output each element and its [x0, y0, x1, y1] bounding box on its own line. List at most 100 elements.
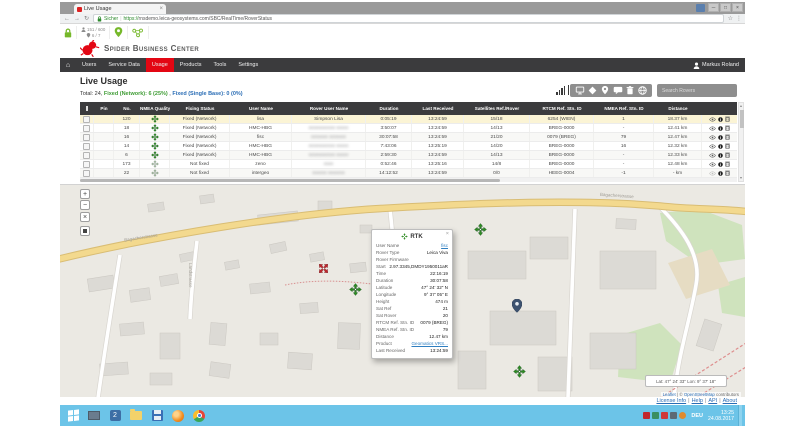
nav-item[interactable]: Products: [174, 58, 208, 72]
delete-icon[interactable]: [725, 116, 730, 122]
green-cross-marker[interactable]: [513, 365, 526, 383]
delete-icon[interactable]: [725, 170, 730, 176]
col-last-received[interactable]: Last Received: [412, 106, 464, 111]
profile-icon[interactable]: [696, 4, 705, 12]
col-rover-user-name[interactable]: Rover User Name: [292, 106, 366, 111]
col-satellites[interactable]: Satellites Ref./Rover: [464, 106, 530, 111]
table-row[interactable]: 14: [80, 142, 737, 151]
zoom-in-button[interactable]: +: [80, 189, 90, 199]
fixed-single-base-count[interactable]: Fixed (Single Base): 0 (0%): [172, 91, 242, 97]
fixed-network-count[interactable]: Fixed (Network): 6 (25%): [104, 91, 168, 97]
row-checkbox[interactable]: [83, 125, 90, 132]
save-icon[interactable]: [149, 408, 165, 424]
delete-icon[interactable]: [725, 152, 730, 158]
row-checkbox[interactable]: [83, 152, 90, 159]
forward-icon[interactable]: →: [74, 15, 80, 23]
col-rtcm-ref[interactable]: RTCM Ref. Stn. ID: [530, 106, 594, 111]
nav-item[interactable]: Users: [76, 58, 102, 72]
table-row[interactable]: 6 F: [80, 151, 737, 160]
eye-icon[interactable]: [709, 153, 716, 158]
maximize-button[interactable]: □: [720, 3, 731, 12]
map-pin-icon[interactable]: [601, 86, 609, 95]
eye-icon[interactable]: [709, 126, 716, 131]
table-horizontal-scrollbar[interactable]: [80, 178, 737, 182]
star-icon[interactable]: ☆: [728, 15, 733, 23]
tray-grid-icon[interactable]: [643, 412, 650, 419]
col-fixing-status[interactable]: Fixing Status: [170, 106, 230, 111]
nav-item[interactable]: Settings: [232, 58, 264, 72]
nav-item[interactable]: Service Data: [102, 58, 146, 72]
footer-link[interactable]: Help: [686, 398, 703, 404]
col-pin[interactable]: Pin: [94, 106, 114, 111]
layers-button[interactable]: [80, 226, 90, 236]
close-map-button[interactable]: ×: [80, 212, 90, 222]
col-no[interactable]: No.: [114, 106, 140, 111]
home-icon[interactable]: ⌂: [60, 58, 76, 72]
delete-icon[interactable]: [725, 134, 730, 140]
info-icon[interactable]: [718, 144, 723, 149]
info-icon[interactable]: [718, 117, 723, 122]
col-nmea-quality[interactable]: NMEA Quality: [140, 106, 170, 111]
browser-tab[interactable]: Live Usage ×: [74, 4, 166, 14]
menu-icon[interactable]: ⋮: [736, 15, 742, 23]
delete-icon[interactable]: [725, 143, 730, 149]
folder-icon[interactable]: [128, 408, 144, 424]
row-checkbox[interactable]: [83, 170, 90, 177]
chrome-icon[interactable]: [191, 408, 207, 424]
close-button[interactable]: ×: [732, 3, 743, 12]
table-row[interactable]: 16: [80, 133, 737, 142]
table-row[interactable]: 22: [80, 169, 737, 178]
info-icon[interactable]: [718, 153, 723, 158]
col-duration[interactable]: Duration: [366, 106, 412, 111]
eye-icon[interactable]: [709, 135, 716, 140]
eye-icon[interactable]: [709, 171, 716, 176]
green-cross-marker[interactable]: [349, 283, 362, 301]
eye-icon[interactable]: [709, 162, 716, 167]
nav-item[interactable]: Usage: [146, 58, 174, 72]
row-checkbox[interactable]: [83, 161, 90, 168]
blue-pin-marker[interactable]: [512, 299, 522, 318]
info-icon[interactable]: [718, 126, 723, 131]
address-bar[interactable]: Sicher | https:// rnsdemo.leica-geosyste…: [93, 14, 724, 23]
monitor-icon[interactable]: [575, 86, 585, 95]
footer-link[interactable]: License Info: [656, 398, 686, 404]
back-icon[interactable]: ←: [64, 15, 70, 23]
info-icon[interactable]: [718, 162, 723, 167]
nav-item[interactable]: Tools: [208, 58, 233, 72]
map[interactable]: Bagacherstrasse Bagacherstrasse Landstra…: [60, 184, 745, 398]
trash-icon[interactable]: [626, 86, 634, 95]
rover-diamond-icon[interactable]: [588, 86, 597, 95]
row-checkbox[interactable]: [83, 143, 90, 150]
scrollbar-thumb[interactable]: [740, 110, 744, 128]
network-button[interactable]: [128, 26, 149, 39]
reload-icon[interactable]: ↻: [84, 15, 89, 23]
clock[interactable]: 13:25 24.08.2017: [708, 410, 734, 422]
info-icon[interactable]: [718, 171, 723, 176]
map-pin-button[interactable]: [110, 26, 128, 39]
signal-bars-icon[interactable]: [556, 85, 569, 95]
tray-red-icon[interactable]: [661, 412, 668, 419]
info-icon[interactable]: [718, 135, 723, 140]
explorer-icon[interactable]: [86, 408, 102, 424]
row-checkbox[interactable]: [83, 116, 90, 123]
scroll-up-icon[interactable]: ▲: [739, 103, 743, 109]
eye-icon[interactable]: [709, 117, 716, 122]
table-row[interactable]: 120: [80, 115, 737, 124]
app-window-icon[interactable]: 2: [107, 408, 123, 424]
tray-shield-icon[interactable]: [670, 412, 677, 419]
zoom-out-button[interactable]: −: [80, 200, 90, 210]
red-cross-marker[interactable]: [317, 262, 330, 280]
col-user-name[interactable]: User Name: [230, 106, 292, 111]
message-icon[interactable]: [613, 86, 623, 95]
search-input[interactable]: [660, 87, 734, 95]
tab-close-icon[interactable]: ×: [159, 7, 163, 12]
scroll-down-icon[interactable]: ▼: [739, 175, 743, 181]
globe-icon[interactable]: [638, 86, 647, 95]
green-cross-marker[interactable]: [474, 223, 487, 241]
firefox-icon[interactable]: [170, 408, 186, 424]
minimize-button[interactable]: ─: [708, 3, 719, 12]
delete-icon[interactable]: [725, 125, 730, 131]
user-menu[interactable]: Markus Roland: [693, 58, 745, 72]
table-row[interactable]: 18: [80, 124, 737, 133]
row-checkbox[interactable]: [83, 134, 90, 141]
